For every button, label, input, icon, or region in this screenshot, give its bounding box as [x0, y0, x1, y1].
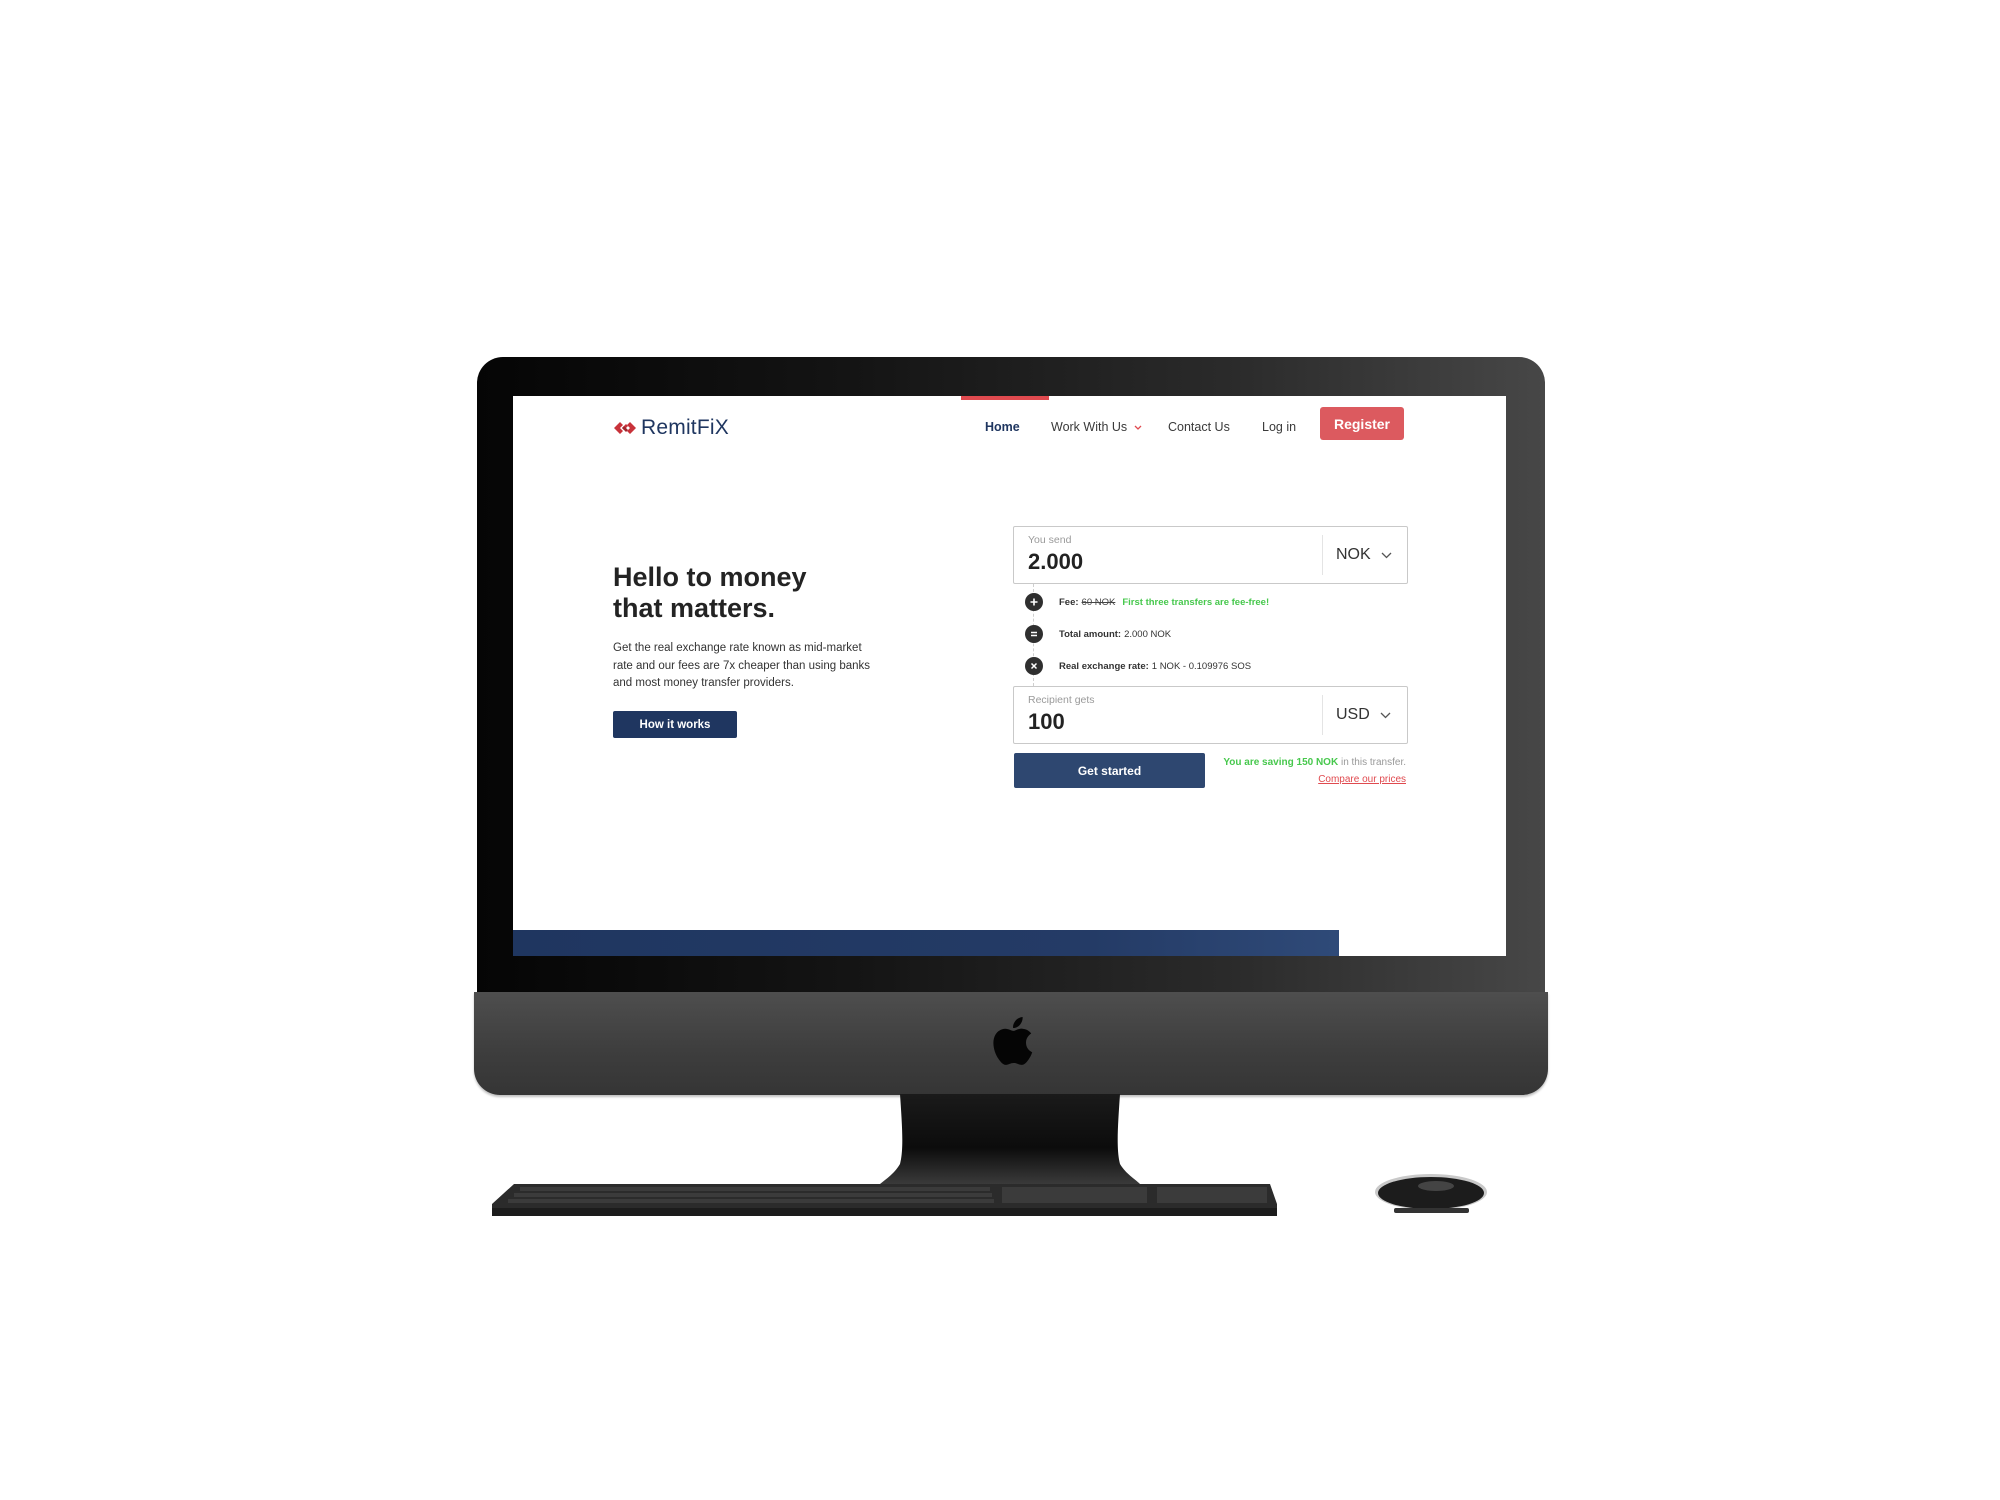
remitfix-logo-icon [614, 422, 636, 434]
equals-icon [1025, 625, 1043, 643]
chevron-down-icon [1381, 552, 1392, 558]
hero-title: Hello to money that matters. [613, 562, 807, 624]
rate-value: 1 NOK - 0.109976 SOS [1151, 660, 1252, 672]
nav-work-with-us[interactable]: Work With Us [1051, 420, 1142, 434]
rate-label: Real exchange rate: [1059, 660, 1149, 672]
recipient-gets-amount[interactable]: 100 [1028, 709, 1065, 735]
hero-title-line-2: that matters. [613, 593, 776, 623]
plus-icon [1025, 593, 1043, 611]
fee-promo: First three transfers are fee-free! [1122, 596, 1270, 608]
fee-row: Fee: 60 NOK First three transfers are fe… [1025, 593, 1269, 611]
send-currency-select[interactable]: NOK [1336, 546, 1392, 564]
total-value: 2.000 NOK [1124, 628, 1172, 640]
nav-home[interactable]: Home [985, 420, 1020, 434]
send-currency-value: NOK [1336, 546, 1371, 563]
field-divider [1322, 695, 1323, 735]
you-send-label: You send [1028, 534, 1072, 546]
fee-label: Fee: [1059, 596, 1079, 608]
saving-amount: You are saving 150 NOK [1223, 757, 1339, 768]
nav-log-in[interactable]: Log in [1262, 420, 1296, 434]
rate-row: Real exchange rate: 1 NOK - 0.109976 SOS [1025, 657, 1251, 675]
chevron-down-icon [1134, 425, 1142, 430]
active-nav-indicator [961, 396, 1049, 400]
get-started-button[interactable]: Get started [1014, 753, 1205, 788]
hero-title-line-1: Hello to money [613, 562, 807, 592]
chevron-down-icon [1380, 712, 1391, 718]
recipient-gets-field[interactable]: Recipient gets 100 USD [1013, 686, 1408, 744]
how-it-works-button[interactable]: How it works [613, 711, 737, 738]
monitor-screen: RemitFiX Home Work With Us Contact Us Lo… [513, 396, 1506, 956]
apple-logo-icon [993, 1017, 1033, 1065]
brand-logo[interactable]: RemitFiX [613, 416, 729, 440]
register-button[interactable]: Register [1320, 407, 1404, 440]
times-icon [1025, 657, 1043, 675]
nav-work-with-us-label: Work With Us [1051, 420, 1128, 434]
hero-description: Get the real exchange rate known as mid-… [613, 642, 871, 689]
saving-suffix: in this transfer. [1338, 757, 1406, 768]
fee-original: 60 NOK [1081, 596, 1116, 608]
total-row: Total amount: 2.000 NOK [1025, 625, 1171, 643]
magic-mouse [1375, 1174, 1487, 1213]
total-label: Total amount: [1059, 628, 1122, 640]
next-section-band [513, 930, 1339, 956]
receive-currency-value: USD [1336, 706, 1370, 723]
compare-prices-link[interactable]: Compare our prices [1318, 774, 1406, 785]
brand-name: RemitFiX [641, 416, 729, 439]
recipient-gets-label: Recipient gets [1028, 694, 1095, 706]
keyboard [492, 1184, 1277, 1216]
you-send-field[interactable]: You send 2.000 NOK [1013, 526, 1408, 584]
field-divider [1322, 535, 1323, 575]
receive-currency-select[interactable]: USD [1336, 706, 1391, 724]
you-send-amount[interactable]: 2.000 [1028, 549, 1083, 575]
nav-contact-us[interactable]: Contact Us [1168, 420, 1230, 434]
saving-message: You are saving 150 NOK in this transfer. [1223, 757, 1406, 768]
monitor-stand [880, 1094, 1140, 1184]
